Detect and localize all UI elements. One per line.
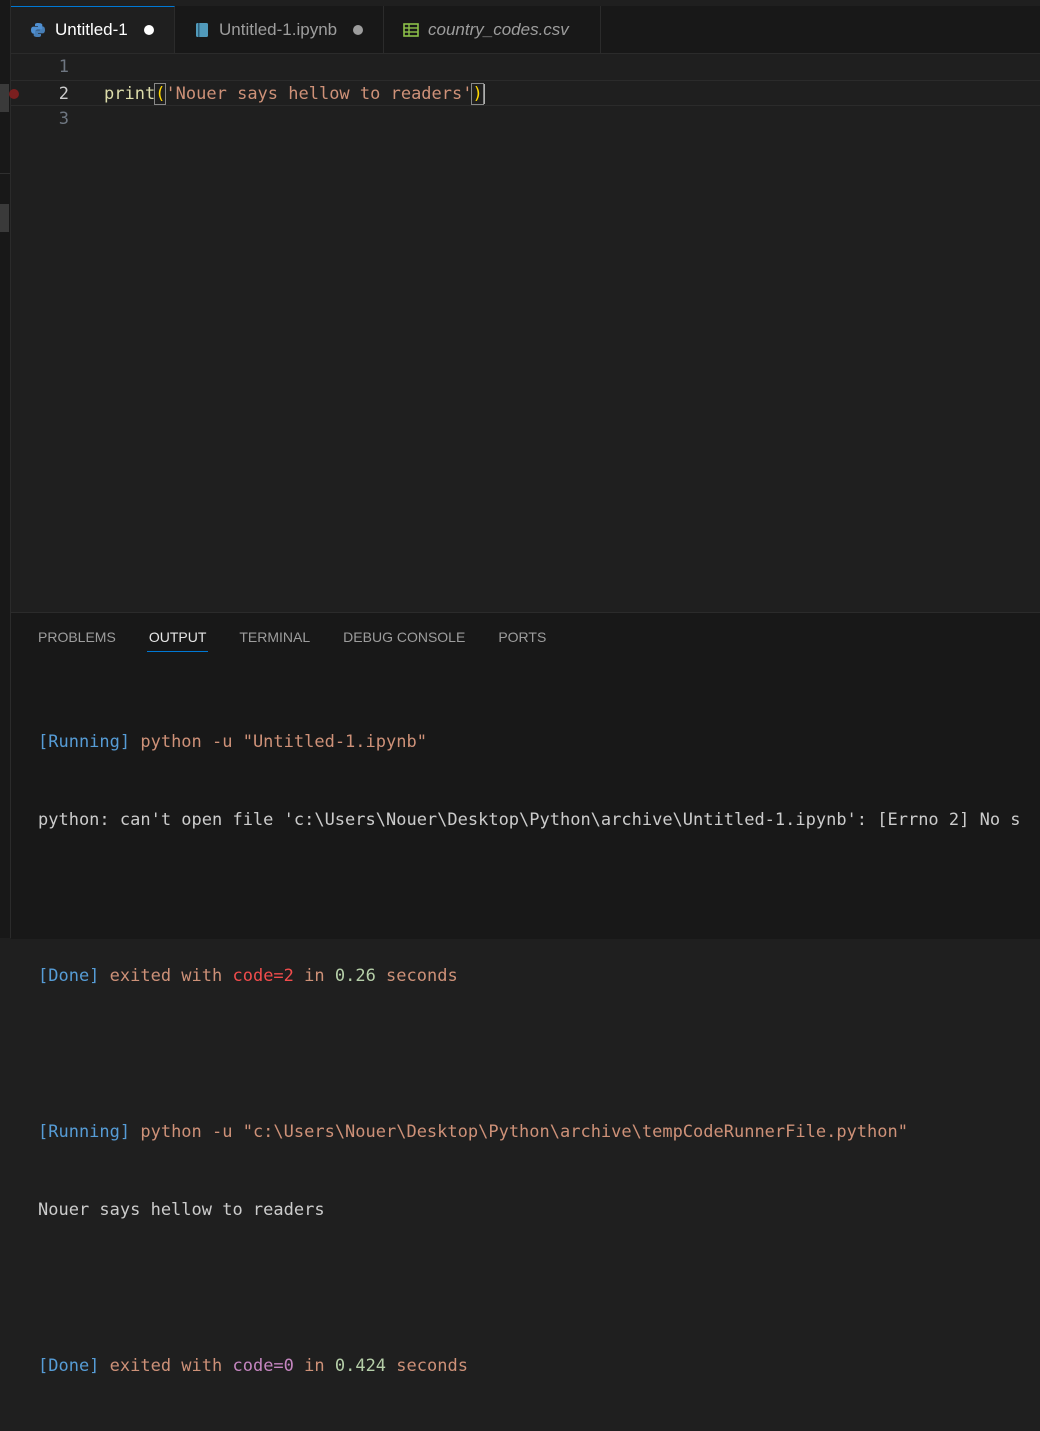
text-cursor xyxy=(482,84,485,104)
tab-label: Untitled-1 xyxy=(55,20,128,39)
done-tag: [Done] xyxy=(38,1356,100,1376)
code-text: print('Nouer says hellow to readers') xyxy=(104,81,485,107)
bottom-panel: PROBLEMS OUTPUT TERMINAL DEBUG CONSOLE P… xyxy=(11,612,1040,1376)
tab-country-codes-csv[interactable]: country_codes.csv xyxy=(384,6,601,53)
tab-debug-console[interactable]: DEBUG CONSOLE xyxy=(343,613,465,661)
running-tag: [Running] xyxy=(38,732,131,752)
tab-problems[interactable]: PROBLEMS xyxy=(38,613,116,661)
elapsed-time: 0.26 xyxy=(334,966,376,986)
panel-tab-bar: PROBLEMS OUTPUT TERMINAL DEBUG CONSOLE P… xyxy=(11,613,1040,661)
program-output: Nouer says hellow to readers xyxy=(38,1200,325,1220)
tab-label: country_codes.csv xyxy=(428,19,569,39)
done-text: seconds xyxy=(375,966,458,986)
code-line: 3 xyxy=(11,106,1040,132)
tab-untitled-1-ipynb[interactable]: Untitled-1.ipynb xyxy=(175,6,384,53)
done-tag: [Done] xyxy=(38,966,100,986)
tab-label: Untitled-1.ipynb xyxy=(219,19,338,39)
run-command: python -u "c:\Users\Nouer\Desktop\Python… xyxy=(130,1122,908,1142)
run-command: python -u "Untitled-1.ipynb" xyxy=(130,732,427,752)
output-line: [Done] exited with code=2 in 0.26 second… xyxy=(38,963,1040,989)
done-text: exited with xyxy=(99,966,233,986)
code-paren-open: ( xyxy=(154,83,167,105)
modified-dot-icon[interactable] xyxy=(143,25,154,35)
activity-gutter xyxy=(0,0,11,938)
code-function: print xyxy=(104,84,156,104)
output-line: [Running] python -u "c:\Users\Nouer\Desk… xyxy=(38,1119,1040,1145)
notebook-icon xyxy=(193,21,211,39)
python-icon xyxy=(29,21,47,39)
modified-dot-icon[interactable] xyxy=(353,24,364,35)
breakpoint-icon[interactable] xyxy=(9,89,19,99)
code-editor[interactable]: 1 2 print('Nouer says hellow to readers'… xyxy=(9,54,1040,612)
csv-icon xyxy=(402,21,420,39)
line-number: 1 xyxy=(58,57,69,77)
editor-tab-bar: Untitled-1 Untitled-1.ipynb country_code… xyxy=(11,6,1040,54)
code-line: 1 xyxy=(11,54,1040,80)
done-text: exited with xyxy=(99,1356,233,1376)
exit-code: code=0 xyxy=(232,1356,294,1376)
output-line: [Done] exited with code=0 in 0.424 secon… xyxy=(38,1353,1040,1379)
tab-untitled-1[interactable]: Untitled-1 xyxy=(11,6,175,53)
tab-terminal[interactable]: TERMINAL xyxy=(239,613,310,661)
done-text: in xyxy=(293,1356,335,1376)
gutter-marker xyxy=(0,204,9,232)
exit-code: code=2 xyxy=(232,966,294,986)
done-text: in xyxy=(293,966,335,986)
done-text: seconds xyxy=(386,1356,468,1376)
output-log[interactable]: [Running] python -u "Untitled-1.ipynb" p… xyxy=(38,677,1040,1431)
code-paren-close: ) xyxy=(471,83,484,105)
gutter-marker xyxy=(0,84,9,112)
line-number: 3 xyxy=(58,109,69,129)
line-number: 2 xyxy=(58,84,69,104)
gutter-divider xyxy=(0,173,10,174)
tab-ports[interactable]: PORTS xyxy=(498,613,546,661)
tab-output[interactable]: OUTPUT xyxy=(146,613,208,661)
code-string: 'Nouer says hellow to readers' xyxy=(165,84,473,104)
code-line-current: 2 print('Nouer says hellow to readers') xyxy=(9,80,1040,107)
output-line: [Running] python -u "Untitled-1.ipynb" xyxy=(38,729,1040,755)
elapsed-time: 0.424 xyxy=(334,1356,387,1376)
running-tag: [Running] xyxy=(38,1122,131,1142)
error-message: python: can't open file 'c:\Users\Nouer\… xyxy=(38,810,1021,830)
